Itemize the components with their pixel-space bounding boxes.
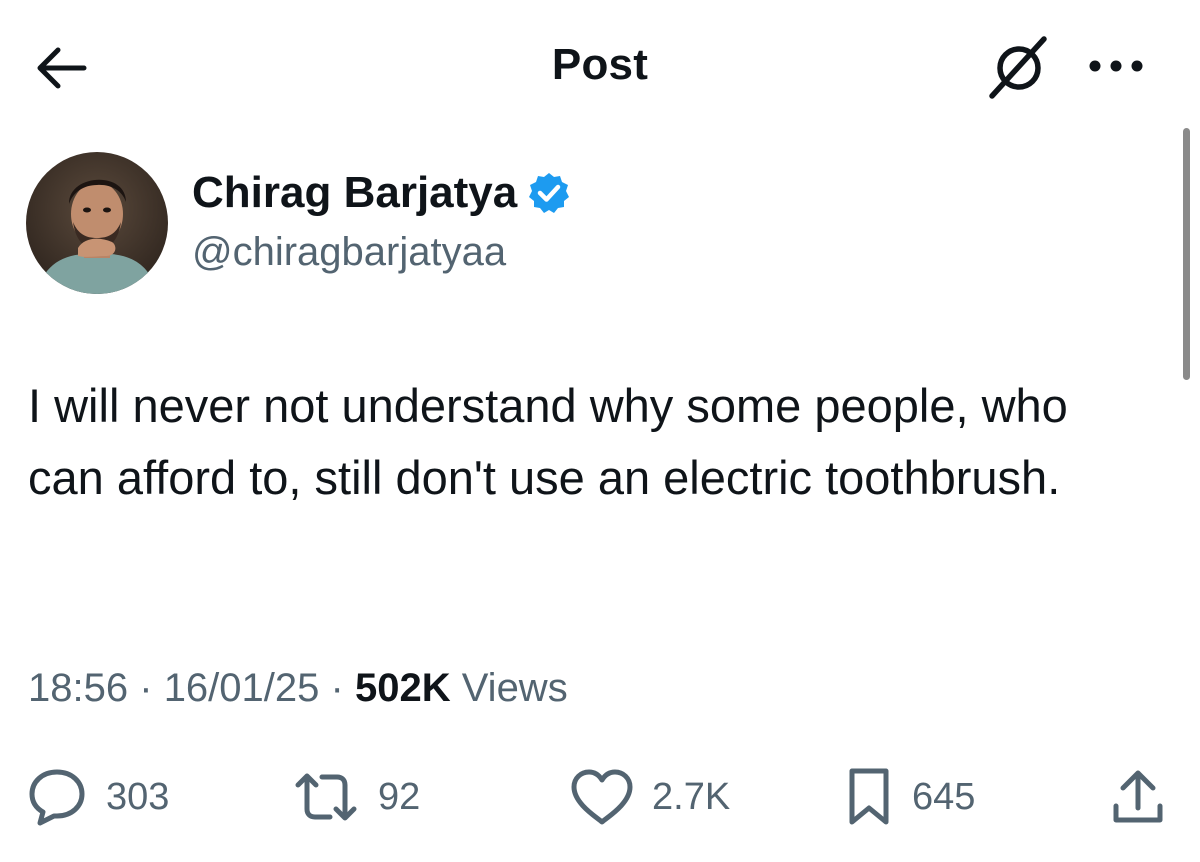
reply-count: 303 [106,775,170,818]
views-count: 502K [354,666,451,710]
author-name[interactable]: Chirag Barjatya [192,168,571,218]
share-button[interactable] [1108,764,1168,830]
more-button[interactable] [1082,40,1150,92]
tweet-date[interactable]: 16/01/25 [164,666,320,710]
share-upload-icon [1113,770,1163,823]
bookmark-count: 645 [912,775,976,818]
like-count: 2.7K [652,775,731,818]
reply-bubble-icon [29,769,85,826]
repost-count: 92 [378,775,421,818]
author-handle[interactable]: @chiragbarjatyaa [192,230,506,275]
heart-icon [571,769,633,825]
meta-separator: · [139,666,153,710]
meta-separator: · [330,666,344,710]
like-button[interactable]: 2.7K [570,764,730,830]
tweet-text: I will never not understand why some peo… [28,379,1068,504]
verified-badge-icon [527,171,571,215]
grok-button[interactable] [985,32,1055,102]
repost-button[interactable]: 92 [292,764,420,830]
more-dots-icon [1089,60,1143,72]
avatar-photo [26,152,168,294]
tweet-meta: 18:56 · 16/01/25 · 502K Views [28,666,568,711]
reply-button[interactable]: 303 [26,764,169,830]
bookmark-button[interactable]: 645 [844,764,975,830]
avatar[interactable] [26,152,168,294]
grok-slash-circle-icon [989,36,1047,99]
scrollbar[interactable] [1183,128,1190,380]
author-display-name: Chirag Barjatya [192,168,518,217]
tweet-time[interactable]: 18:56 [28,666,128,710]
bookmark-icon [849,768,889,825]
views-label: Views [461,666,568,710]
repost-arrows-icon [295,773,357,821]
